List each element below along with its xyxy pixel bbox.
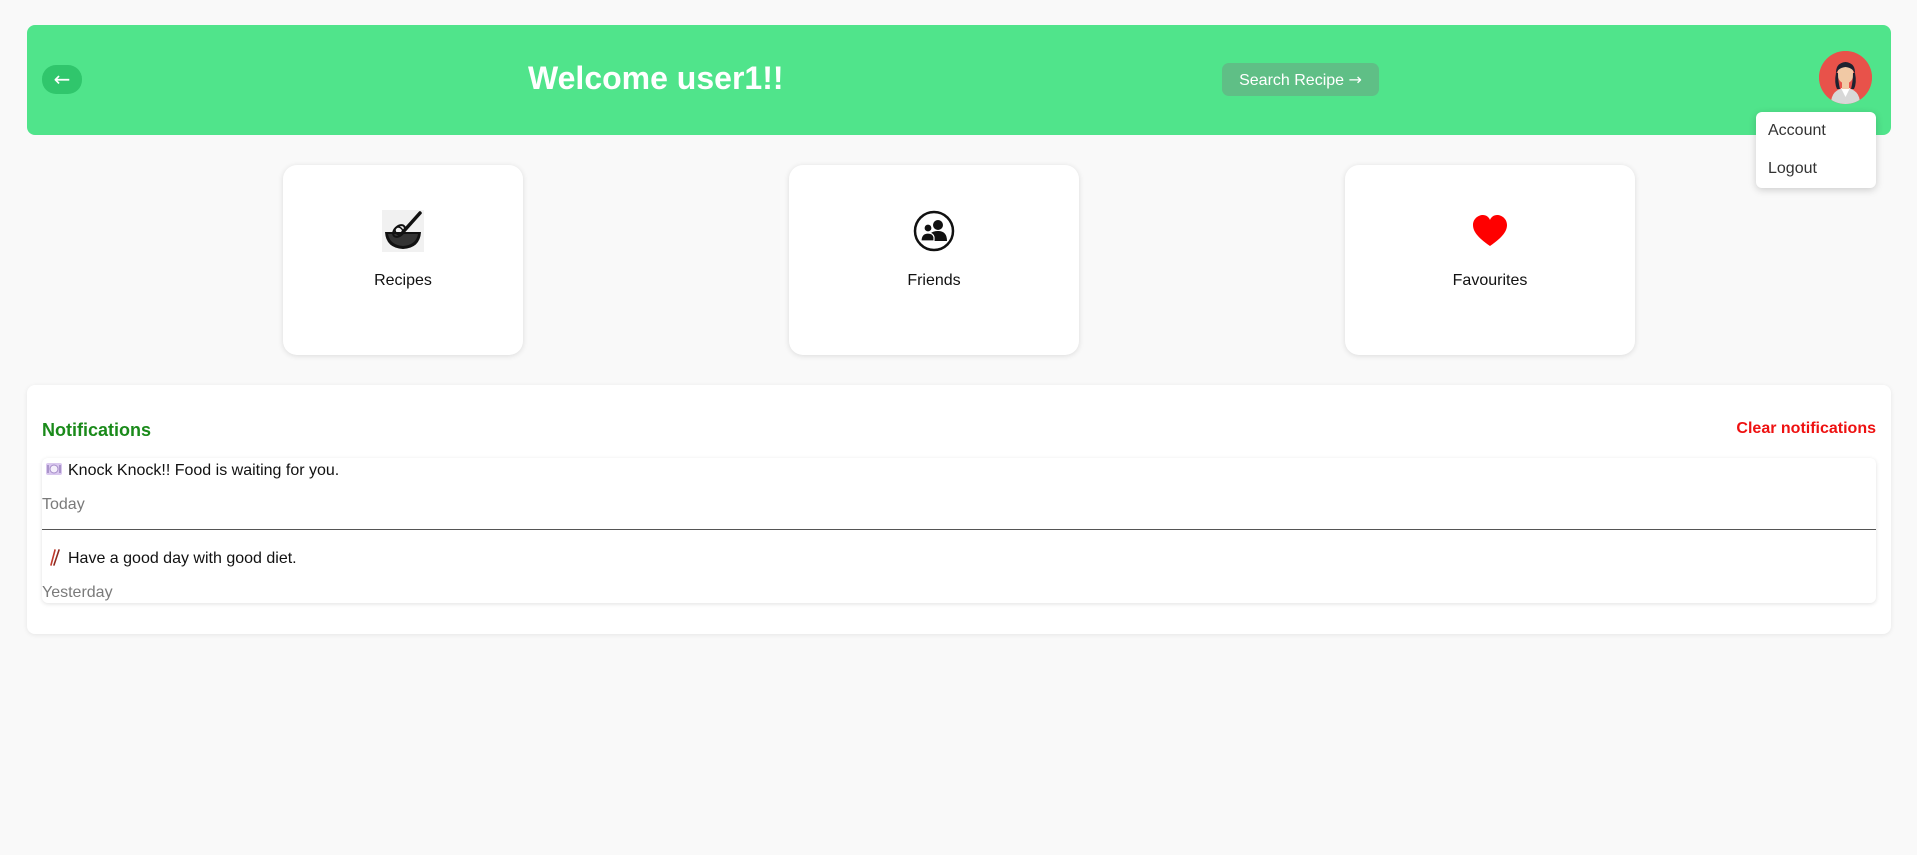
- notification-time: Yesterday: [42, 584, 113, 601]
- chopsticks-icon: [50, 549, 60, 566]
- back-button[interactable]: ←: [42, 65, 82, 94]
- notification-divider: [42, 529, 1876, 530]
- card-label-friends: Friends: [907, 272, 961, 289]
- card-label-recipes: Recipes: [374, 272, 432, 289]
- notification-message: Have a good day with good diet.: [68, 550, 297, 567]
- clear-notifications-button[interactable]: Clear notifications: [1736, 420, 1876, 438]
- search-recipe-button[interactable]: Search Recipe →: [1222, 63, 1379, 96]
- user-avatar-icon[interactable]: [1819, 51, 1872, 104]
- menu-item-account[interactable]: Account: [1756, 120, 1876, 158]
- friends-icon: [913, 210, 955, 252]
- notification-message: Knock Knock!! Food is waiting for you.: [68, 462, 340, 479]
- plate-icon: [46, 463, 62, 475]
- notifications-panel: Notifications Clear notifications Knock …: [27, 385, 1891, 634]
- heart-icon: [1473, 215, 1507, 246]
- recipes-card[interactable]: Recipes: [283, 165, 523, 355]
- welcome-title: Welcome user1!!: [528, 60, 784, 96]
- card-label-favourites: Favourites: [1452, 272, 1528, 289]
- friends-card[interactable]: Friends: [789, 165, 1079, 355]
- whisk-bowl-icon: [382, 210, 424, 252]
- notification-time: Today: [42, 496, 85, 513]
- favourites-card[interactable]: Favourites: [1345, 165, 1635, 355]
- arrow-right-icon: →: [1348, 70, 1362, 89]
- top-header: ← Welcome user1!! Search Recipe →: [27, 25, 1891, 135]
- notifications-list: Knock Knock!! Food is waiting for you. T…: [42, 458, 1876, 603]
- notifications-title: Notifications: [42, 420, 152, 440]
- menu-item-logout[interactable]: Logout: [1756, 158, 1876, 196]
- account-dropdown-menu: Account Logout: [1756, 112, 1876, 188]
- search-recipe-label: Search Recipe: [1239, 72, 1345, 89]
